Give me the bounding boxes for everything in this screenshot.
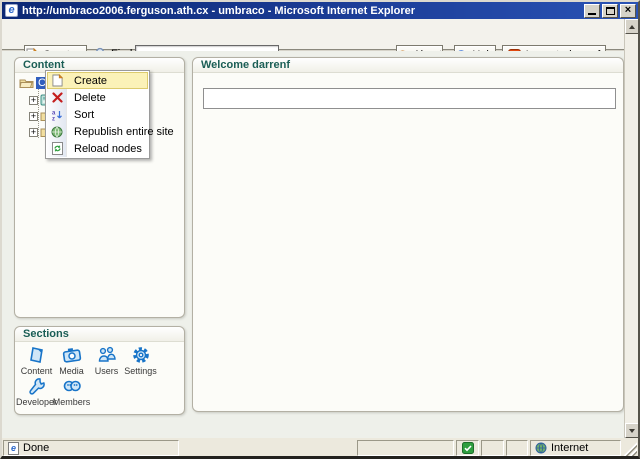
context-menu-item-label: Create <box>67 75 107 87</box>
section-item-settings[interactable]: Settings <box>123 345 158 376</box>
section-item-label: Content <box>21 366 53 376</box>
window-title: http://umbraco2006.ferguson.ath.cx - umb… <box>22 5 582 17</box>
users-icon <box>97 345 117 365</box>
sections-panel: Sections Content Media Users <box>14 326 185 415</box>
maximize-icon <box>606 7 615 15</box>
developer-wrench-icon <box>27 376 47 396</box>
context-menu-item-create[interactable]: Create <box>47 72 148 89</box>
resize-grip[interactable] <box>623 440 637 456</box>
close-button[interactable]: × <box>620 4 636 18</box>
section-item-label: Developer <box>16 397 57 407</box>
green-check-icon <box>462 442 474 454</box>
refresh-page-icon <box>47 142 67 155</box>
context-menu-item-republish[interactable]: Republish entire site <box>47 123 148 140</box>
close-icon: × <box>625 5 631 15</box>
context-menu: Create Delete a z Sort Republish entire … <box>45 70 150 159</box>
context-menu-item-delete[interactable]: Delete <box>47 89 148 106</box>
main-panel-header: Welcome darrenf <box>193 58 623 73</box>
delete-x-icon <box>47 92 67 103</box>
section-item-media[interactable]: Media <box>54 345 89 376</box>
internet-globe-icon <box>535 442 547 454</box>
svg-text:z: z <box>52 116 55 121</box>
arrow-up-icon <box>629 25 635 29</box>
tree-expander-icon[interactable]: + <box>29 128 38 137</box>
section-item-label: Media <box>59 366 84 376</box>
status-bar: e Done Internet <box>2 438 638 457</box>
settings-gear-icon <box>131 345 151 365</box>
context-menu-item-label: Delete <box>67 92 106 104</box>
globe-icon <box>47 126 67 138</box>
minimize-button[interactable] <box>584 4 600 18</box>
maximize-button[interactable] <box>602 4 618 18</box>
sections-grid: Content Media Users <box>17 343 182 412</box>
tree-expander-icon[interactable]: + <box>29 112 38 121</box>
vertical-scrollbar[interactable] <box>624 19 638 438</box>
welcome-input[interactable] <box>203 88 616 109</box>
scroll-up-button[interactable] <box>625 19 639 34</box>
tree-expander-icon[interactable]: + <box>29 96 38 105</box>
sections-panel-header: Sections <box>15 327 184 342</box>
media-camera-icon <box>62 345 82 365</box>
minimize-icon <box>588 13 596 15</box>
context-menu-item-sort[interactable]: a z Sort <box>47 106 148 123</box>
section-item-developer[interactable]: Developer <box>19 376 54 407</box>
sort-az-icon: a z <box>47 109 67 121</box>
context-menu-item-label: Sort <box>67 109 94 121</box>
status-zone-segment: Internet <box>530 440 621 456</box>
ie-page-icon: e <box>8 442 19 455</box>
status-done-text: Done <box>23 442 49 454</box>
page-new-icon <box>47 74 67 87</box>
status-spacer <box>181 440 355 456</box>
members-icon <box>62 376 82 396</box>
content-section-icon <box>27 345 47 365</box>
scroll-down-button[interactable] <box>625 423 639 438</box>
status-green-segment <box>456 440 479 456</box>
context-menu-item-label: Republish entire site <box>67 126 174 138</box>
section-item-members[interactable]: Members <box>54 376 89 407</box>
section-item-label: Settings <box>124 366 157 376</box>
section-item-label: Users <box>95 366 119 376</box>
title-bar: e http://umbraco2006.ferguson.ath.cx - u… <box>2 2 638 19</box>
status-done-segment: e Done <box>3 440 179 456</box>
toolbar: Create... Find: About ? Help Logout: dar… <box>2 19 638 50</box>
section-item-content[interactable]: Content <box>19 345 54 376</box>
status-empty-segment <box>481 440 504 456</box>
status-zone-text: Internet <box>551 442 588 454</box>
status-empty-segment <box>506 440 528 456</box>
section-item-label: Members <box>53 397 91 407</box>
open-folder-icon <box>19 77 34 89</box>
ie-logo-icon: e <box>5 4 18 17</box>
arrow-down-icon <box>629 429 635 433</box>
main-panel: Welcome darrenf <box>192 57 624 412</box>
context-menu-item-reload[interactable]: Reload nodes <box>47 140 148 157</box>
status-empty-segment <box>357 440 454 456</box>
context-menu-item-label: Reload nodes <box>67 143 142 155</box>
section-item-users[interactable]: Users <box>89 345 124 376</box>
